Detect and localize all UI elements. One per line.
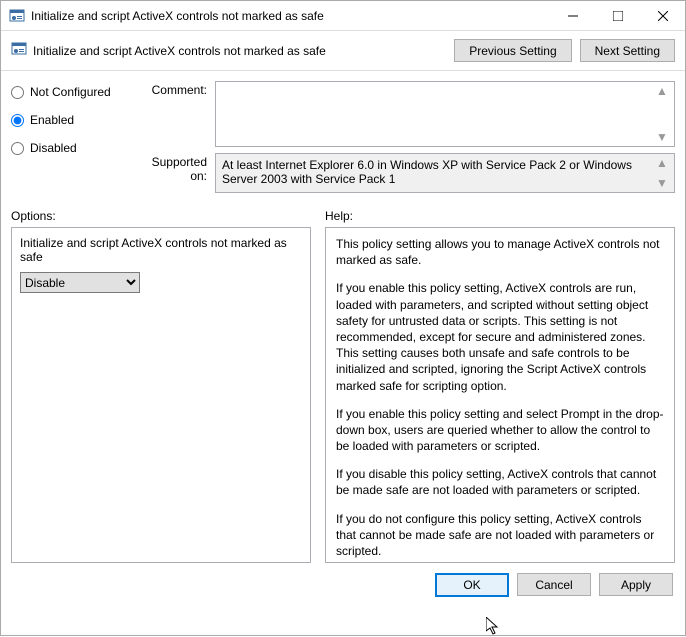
minimize-button[interactable] (550, 1, 595, 30)
ok-button[interactable]: OK (435, 573, 509, 597)
radio-disabled[interactable]: Disabled (11, 141, 133, 155)
subheader: Initialize and script ActiveX controls n… (1, 31, 685, 71)
option-dropdown[interactable]: Disable (20, 272, 140, 293)
help-text: This policy setting allows you to manage… (336, 236, 664, 268)
supported-label: Supported on: (133, 153, 215, 193)
close-button[interactable] (640, 1, 685, 30)
cancel-button[interactable]: Cancel (517, 573, 591, 596)
policy-icon (9, 8, 25, 24)
scrollbar[interactable]: ▲▼ (656, 84, 672, 144)
options-label: Options: (11, 203, 311, 227)
options-panel: Initialize and script ActiveX controls n… (11, 227, 311, 563)
help-text: If you enable this policy setting and se… (336, 406, 664, 455)
apply-button[interactable]: Apply (599, 573, 673, 596)
footer: OK Cancel Apply (1, 563, 685, 607)
help-label: Help: (325, 203, 675, 227)
scrollbar[interactable]: ▲▼ (656, 156, 672, 190)
state-radios: Not Configured Enabled Disabled (11, 81, 133, 199)
help-text: If you enable this policy setting, Activ… (336, 280, 664, 393)
help-text: If you disable this policy setting, Acti… (336, 466, 664, 498)
policy-icon (11, 41, 27, 60)
radio-not-configured[interactable]: Not Configured (11, 85, 133, 99)
help-panel: This policy setting allows you to manage… (325, 227, 675, 563)
titlebar: Initialize and script ActiveX controls n… (1, 1, 685, 31)
supported-on-value: At least Internet Explorer 6.0 in Window… (215, 153, 675, 193)
maximize-button[interactable] (595, 1, 640, 30)
window-title: Initialize and script ActiveX controls n… (31, 9, 550, 23)
next-setting-button[interactable]: Next Setting (580, 39, 675, 62)
previous-setting-button[interactable]: Previous Setting (454, 39, 571, 62)
cursor-icon (486, 617, 502, 637)
radio-enabled[interactable]: Enabled (11, 113, 133, 127)
option-setting-name: Initialize and script ActiveX controls n… (20, 236, 302, 264)
comment-label: Comment: (133, 81, 215, 147)
help-text: If you do not configure this policy sett… (336, 511, 664, 560)
comment-input[interactable]: ▲▼ (215, 81, 675, 147)
policy-title: Initialize and script ActiveX controls n… (33, 44, 446, 58)
